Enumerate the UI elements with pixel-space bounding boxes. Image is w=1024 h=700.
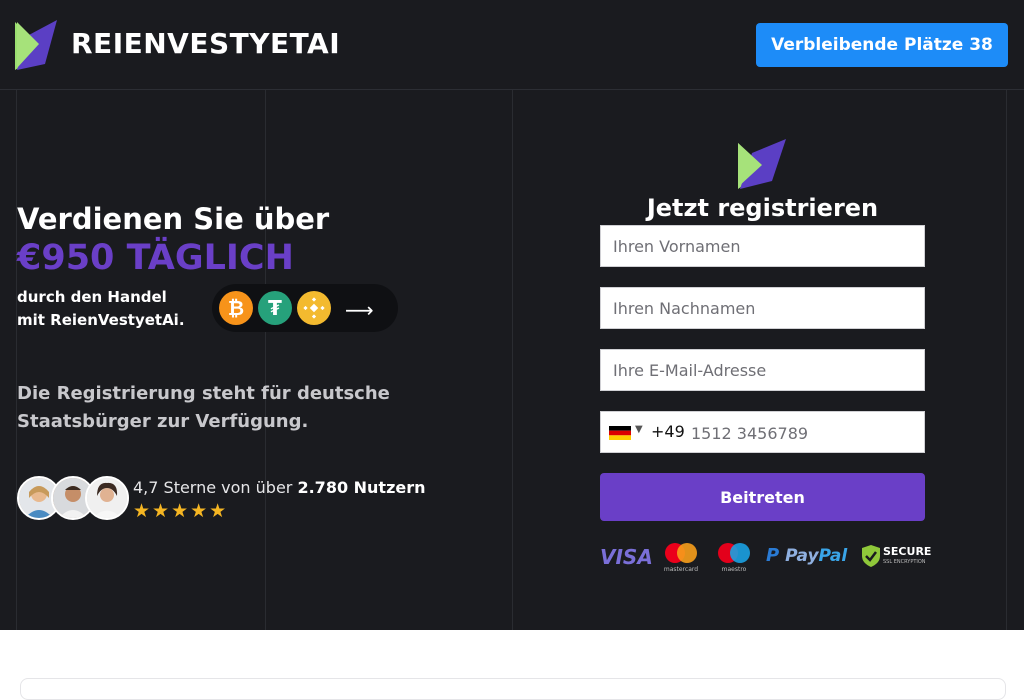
chevron-down-icon[interactable]: ▼ xyxy=(635,424,643,435)
arrow-right-icon: ⟶ xyxy=(345,298,374,322)
hero-headline: Verdienen Sie über xyxy=(17,202,330,236)
star-rating-icon: ★★★★★ xyxy=(133,500,229,522)
phone-field[interactable]: ▼ +49 xyxy=(600,411,925,454)
rating-users-count: 2.780 Nutzern xyxy=(297,478,426,497)
rating-text: 4,7 Sterne von über 2.780 Nutzern xyxy=(133,478,426,498)
tether-icon: ₮ xyxy=(258,291,292,325)
binance-icon xyxy=(297,291,331,325)
paypal-text-2: Pal xyxy=(818,546,848,566)
payment-logos: VISA mastercard maestro P PayPal SECURE … xyxy=(600,540,931,573)
site-header: REIENVESTYETAI Verbleibende Plätze 38 xyxy=(0,0,1024,90)
form-title: Jetzt registrieren xyxy=(646,194,879,222)
grid-divider xyxy=(16,90,17,630)
bitcoin-icon: ₿ xyxy=(219,291,253,325)
secure-label: SECURE xyxy=(883,545,932,558)
grid-divider xyxy=(512,90,513,630)
phone-input[interactable] xyxy=(689,412,923,454)
hero-subtitle-line: durch den Handel xyxy=(17,288,167,306)
form-logo-icon xyxy=(738,139,786,189)
hero-subtitle: durch den Handel mit ReienVestyetAi. xyxy=(17,286,185,332)
brand-name[interactable]: REIENVESTYETAI xyxy=(71,26,340,62)
mastercard-label: mastercard xyxy=(663,566,699,573)
email-input[interactable] xyxy=(600,349,925,391)
crypto-coins-pill: ₿ ₮ ⟶ xyxy=(212,284,398,332)
paypal-icon: P PayPal xyxy=(766,545,848,566)
grid-divider xyxy=(265,90,266,630)
maestro-label: maestro xyxy=(721,566,747,573)
join-button[interactable]: Beitreten xyxy=(600,473,925,521)
registration-note: Die Registrierung steht für deutsche Sta… xyxy=(17,383,390,432)
grid-divider xyxy=(1006,90,1007,630)
ssl-secure-icon: SECURE SSL ENCRYPTION xyxy=(862,543,931,569)
rating-prefix: 4,7 Sterne von über xyxy=(133,478,298,497)
last-name-input[interactable] xyxy=(600,287,925,329)
brand-logo-icon[interactable] xyxy=(15,20,59,70)
user-avatars xyxy=(17,476,129,520)
secure-sub-label: SSL ENCRYPTION xyxy=(883,559,926,565)
first-name-input[interactable] xyxy=(600,225,925,267)
hero-amount: €950 TÄGLICH xyxy=(17,238,294,278)
hero-subtitle-line: mit ReienVestyetAi. xyxy=(17,311,185,329)
maestro-icon: maestro xyxy=(714,542,754,573)
hero-section: Verdienen Sie über €950 TÄGLICH durch de… xyxy=(0,90,1024,630)
avatar xyxy=(85,476,129,520)
visa-icon: VISA xyxy=(600,545,653,569)
remaining-spots-button[interactable]: Verbleibende Plätze 38 xyxy=(756,23,1008,67)
dial-code: +49 xyxy=(651,422,685,441)
paypal-text-1: Pay xyxy=(785,546,819,566)
mastercard-icon: mastercard xyxy=(661,542,701,573)
page-bottom xyxy=(0,630,1024,700)
content-card xyxy=(20,678,1006,700)
germany-flag-icon[interactable] xyxy=(609,426,631,440)
